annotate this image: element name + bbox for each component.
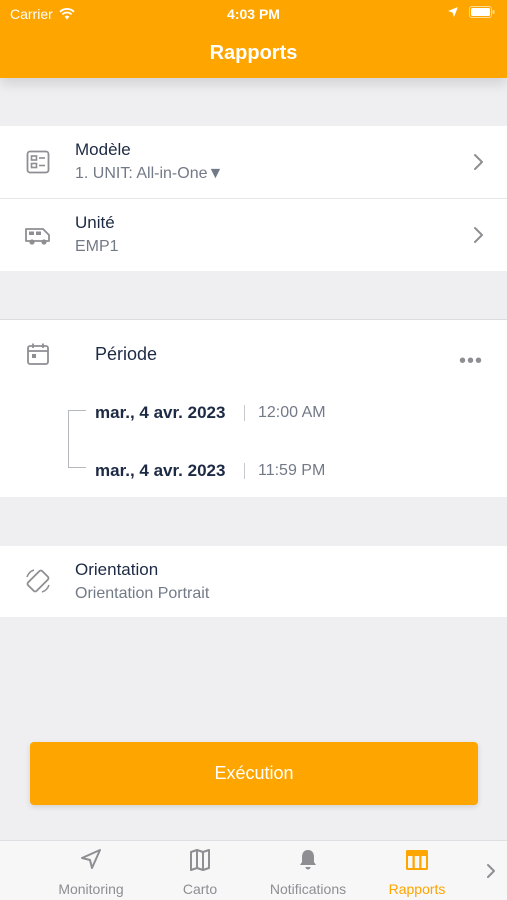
model-value: 1. UNIT: All-in-One▼ (75, 165, 224, 182)
van-icon (25, 228, 50, 245)
battery-icon (469, 6, 495, 18)
app-header: Carrier 4:03 PM Rapports (0, 0, 507, 78)
period-range-bracket (68, 410, 86, 468)
chevron-right-icon (474, 154, 483, 170)
template-icon (26, 150, 50, 174)
tab-label: Monitoring (58, 881, 124, 897)
end-date[interactable]: mar., 4 avr. 2023 (95, 461, 225, 481)
period-label: Période (95, 344, 158, 364)
chevron-right-icon[interactable] (485, 861, 497, 881)
model-label: Modèle (75, 140, 131, 159)
start-time[interactable]: 12:00 AM (258, 404, 326, 422)
chevron-right-icon (474, 227, 483, 243)
tab-bar: Monitoring Carto Notifications Rapports (0, 840, 507, 900)
bell-icon (300, 850, 316, 870)
tab-notifications[interactable]: Notifications (258, 841, 358, 900)
tab-monitoring[interactable]: Monitoring (40, 841, 142, 900)
end-time[interactable]: 11:59 PM (258, 462, 325, 480)
more-options-icon[interactable]: ••• (459, 350, 483, 373)
model-unit-card: Modèle 1. UNIT: All-in-One▼ Unité EMP1 (0, 126, 507, 271)
orientation-row[interactable]: Orientation Orientation Portrait (0, 546, 507, 617)
table-icon (406, 850, 428, 870)
date-time-separator (244, 405, 245, 421)
page-title: Rapports (209, 42, 298, 64)
date-time-separator (244, 463, 245, 479)
execute-button[interactable]: Exécution (30, 742, 478, 805)
orientation-label: Orientation (75, 560, 159, 579)
tab-label: Notifications (269, 881, 347, 897)
status-right (447, 6, 495, 18)
tab-label: Carto (182, 881, 218, 897)
clock: 4:03 PM (227, 6, 280, 22)
unit-label: Unité (75, 213, 115, 232)
unit-row[interactable]: Unité EMP1 (0, 199, 507, 271)
tab-rapports[interactable]: Rapports (374, 841, 460, 900)
navigation-arrow-icon (81, 849, 101, 869)
period-card: Période ••• mar., 4 avr. 2023 12:00 AM m… (0, 319, 507, 497)
tab-carto[interactable]: Carto (160, 841, 240, 900)
location-arrow-icon (448, 7, 458, 17)
model-row[interactable]: Modèle 1. UNIT: All-in-One▼ (0, 126, 507, 198)
unit-value: EMP1 (75, 238, 119, 255)
orientation-card: Orientation Orientation Portrait (0, 546, 507, 617)
rotate-icon (26, 569, 50, 593)
start-date[interactable]: mar., 4 avr. 2023 (95, 403, 225, 423)
tab-label: Rapports (388, 881, 446, 897)
status-bar: Carrier 4:03 PM (0, 0, 507, 28)
map-icon (190, 849, 210, 871)
calendar-icon (27, 343, 49, 365)
orientation-value: Orientation Portrait (75, 585, 210, 602)
